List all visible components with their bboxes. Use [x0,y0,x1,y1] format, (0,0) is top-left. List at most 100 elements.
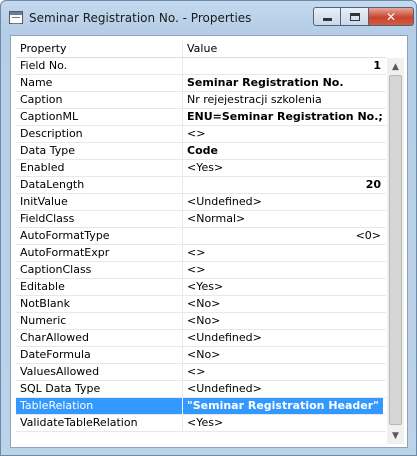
scrollbar-thumb[interactable] [389,75,402,425]
property-value[interactable]: Nr rejejestracji szkolenia [187,92,383,108]
column-header-value[interactable]: Value [187,41,383,57]
close-icon: ✕ [385,9,397,24]
column-divider [182,143,183,159]
property-row-validatetablerelation[interactable]: ValidateTableRelation <Yes> [16,415,386,432]
column-divider [182,75,183,91]
property-row-field-no[interactable]: Field No. 1 [16,58,386,75]
property-value[interactable]: <Normal> [187,211,383,227]
properties-window: Seminar Registration No. - Properties ✕ … [0,0,417,456]
property-value[interactable]: 1 [187,58,383,74]
property-row-editable[interactable]: Editable <Yes> [16,279,386,296]
property-row-datalength[interactable]: DataLength 20 [16,177,386,194]
property-row-charallowed[interactable]: CharAllowed <Undefined> [16,330,386,347]
property-value[interactable]: "Seminar Registration Header" [183,398,383,414]
close-button[interactable]: ✕ [368,7,414,26]
maximize-icon [349,12,360,21]
property-value[interactable]: <Undefined> [187,194,383,210]
column-divider [182,364,183,380]
property-row-fieldclass[interactable]: FieldClass <Normal> [16,211,386,228]
property-row-dateformula[interactable]: DateFormula <No> [16,347,386,364]
property-value[interactable]: <Yes> [187,415,383,431]
chevron-up-icon: ▲ [392,61,399,72]
property-row-autoformattype[interactable]: AutoFormatType <0> [16,228,386,245]
property-name: ValuesAllowed [20,365,100,378]
property-value[interactable]: <Undefined> [187,381,383,397]
caption-buttons: ✕ [313,7,414,27]
minimize-icon [322,18,332,21]
property-row-autoformatexpr[interactable]: AutoFormatExpr <> [16,245,386,262]
column-divider [182,313,183,329]
column-divider [182,228,183,244]
property-name: TableRelation [16,398,182,414]
property-row-initvalue[interactable]: InitValue <Undefined> [16,194,386,211]
property-name: SQL Data Type [20,382,101,395]
column-divider [182,211,183,227]
column-header-property[interactable]: Property [20,41,180,57]
properties-panel: Property Value Field No. 1 Name Seminar … [10,35,408,448]
property-row-notblank[interactable]: NotBlank <No> [16,296,386,313]
window-title: Seminar Registration No. - Properties [29,11,252,25]
property-value[interactable]: Seminar Registration No. [187,75,383,91]
scroll-up-button[interactable]: ▲ [387,58,404,75]
column-divider [182,160,183,176]
property-name: Numeric [20,314,67,327]
column-divider [182,58,183,74]
property-row-enabled[interactable]: Enabled <Yes> [16,160,386,177]
property-name: CaptionML [20,110,79,123]
property-name: ValidateTableRelation [20,416,138,429]
property-value[interactable]: <No> [187,313,383,329]
property-name: FieldClass [20,212,75,225]
property-row-tablerelation[interactable]: TableRelation "Seminar Registration Head… [16,398,386,415]
column-divider [182,245,183,261]
property-value[interactable]: <> [187,262,383,278]
column-divider [182,126,183,142]
property-row-caption[interactable]: Caption Nr rejejestracji szkolenia [16,92,386,109]
property-row-description[interactable]: Description <> [16,126,386,143]
property-row-data-type[interactable]: Data Type Code [16,143,386,160]
property-value[interactable]: ENU=Seminar Registration No.;PL... [187,109,383,125]
property-name: AutoFormatExpr [20,246,110,259]
title-bar[interactable]: Seminar Registration No. - Properties ✕ [1,1,416,35]
column-divider [182,92,183,108]
minimize-button[interactable] [313,7,341,26]
property-name: Caption [20,93,63,106]
property-value[interactable]: Code [187,143,383,159]
column-divider [182,262,183,278]
property-name: Description [20,127,83,140]
vertical-scrollbar[interactable]: ▲ ▼ [387,58,404,444]
property-name: Field No. [20,59,68,72]
property-value[interactable]: <No> [187,347,383,363]
grid-header: Property Value [16,41,386,58]
property-row-numeric[interactable]: Numeric <No> [16,313,386,330]
property-value[interactable]: <No> [187,296,383,312]
property-value[interactable]: <Yes> [187,279,383,295]
property-value[interactable]: <Undefined> [187,330,383,346]
property-value[interactable]: <> [187,364,383,380]
property-row-sql-data-type[interactable]: SQL Data Type <Undefined> [16,381,386,398]
scroll-down-button[interactable]: ▼ [387,427,404,444]
property-name: Data Type [20,144,76,157]
maximize-button[interactable] [341,7,368,26]
property-value[interactable]: <> [187,126,383,142]
column-divider [182,279,183,295]
property-name: DataLength [20,178,85,191]
properties-grid: Property Value Field No. 1 Name Seminar … [16,41,386,432]
property-row-name[interactable]: Name Seminar Registration No. [16,75,386,92]
column-divider [182,109,183,125]
property-value[interactable]: <0> [187,228,383,244]
property-row-captionclass[interactable]: CaptionClass <> [16,262,386,279]
property-name: InitValue [20,195,68,208]
property-row-valuesallowed[interactable]: ValuesAllowed <> [16,364,386,381]
column-divider [182,296,183,312]
column-divider [182,330,183,346]
property-name: Enabled [20,161,65,174]
property-value[interactable]: <> [187,245,383,261]
table-icon [9,11,23,24]
property-value[interactable]: 20 [187,177,383,193]
column-divider [182,177,183,193]
property-name: AutoFormatType [20,229,110,242]
property-name: NotBlank [20,297,70,310]
property-row-captionml[interactable]: CaptionML ENU=Seminar Registration No.;P… [16,109,386,126]
property-value[interactable]: <Yes> [187,160,383,176]
property-name: CaptionClass [20,263,92,276]
